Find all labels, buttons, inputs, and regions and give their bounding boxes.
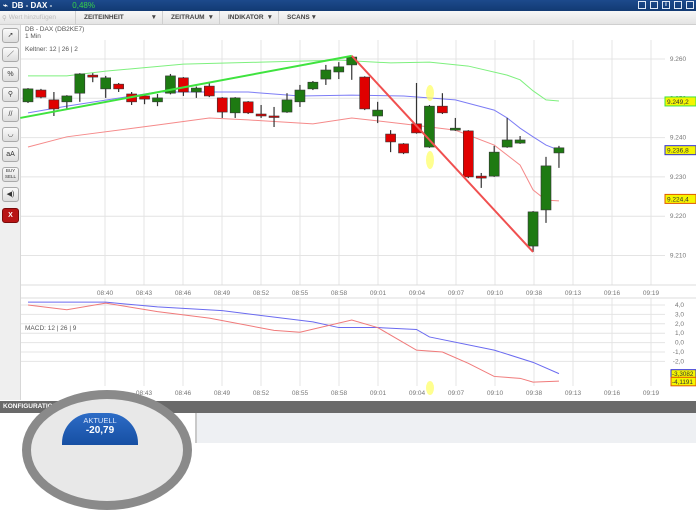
time-tick-label: 08:55	[292, 290, 309, 297]
time-tick-label: 08:52	[253, 390, 270, 397]
instrument-label: DB - DAX (DB2KE7)	[25, 26, 85, 33]
price-tag-label: 9.224,4	[667, 196, 689, 203]
bottom-right-panel	[195, 413, 696, 443]
candle-down	[385, 133, 396, 143]
candle-up	[501, 139, 513, 148]
time-tick-label: 09:16	[604, 290, 621, 297]
candle-up	[191, 87, 202, 93]
gauge-ring	[22, 390, 192, 510]
macd-value-label: -4,1191	[672, 379, 693, 386]
candle-up	[61, 95, 73, 103]
highlight-marker	[426, 85, 434, 101]
macd-tick-label: 2,0	[675, 321, 684, 328]
candle-up	[100, 77, 111, 90]
price-chart[interactable]: 08:4008:4008:4308:4308:4608:4608:4908:49…	[0, 0, 696, 400]
candle-up	[553, 147, 565, 154]
candle-up	[450, 127, 461, 131]
candle-down	[48, 99, 60, 110]
keltner-label: Keltner: 12 | 26 | 2	[25, 46, 78, 53]
price-tick-label: 9.220	[670, 213, 687, 220]
macd-tick-label: 1,0	[675, 330, 684, 337]
time-tick-label: 09:04	[409, 390, 426, 397]
candle-down	[139, 95, 150, 100]
price-tag-label: 9.236,8	[667, 148, 689, 155]
candle-up	[540, 165, 552, 211]
chart-info: DB - DAX (DB2KE7) 1 Min Keltner: 12 | 26…	[25, 26, 84, 53]
price-tag-label: 9.249,2	[667, 99, 689, 106]
gauge-value: -20,79	[85, 425, 115, 436]
time-tick-label: 08:55	[292, 390, 309, 397]
time-tick-label: 08:46	[175, 390, 192, 397]
candle-up	[320, 69, 332, 80]
time-tick-label: 09:07	[448, 290, 465, 297]
macd-label: MACD: 12 | 26 | 9	[25, 325, 77, 332]
interval-label: 1 Min	[25, 33, 41, 40]
candle-up	[488, 151, 500, 177]
time-tick-label: 09:38	[526, 290, 543, 297]
time-tick-label: 08:49	[214, 390, 231, 397]
candle-up	[152, 97, 163, 103]
time-tick-label: 08:43	[136, 290, 153, 297]
candle-down	[35, 89, 47, 98]
time-tick-label: 09:13	[565, 290, 582, 297]
time-tick-label: 09:01	[370, 390, 387, 397]
candle-down	[255, 113, 267, 117]
candle-down	[268, 115, 280, 118]
candle-down	[178, 77, 189, 93]
candle-down	[475, 175, 487, 179]
highlight-marker	[426, 381, 434, 395]
macd-tick-label: 0,0	[675, 340, 684, 347]
time-tick-label: 09:10	[487, 290, 504, 297]
candle-up	[333, 66, 345, 73]
candle-down	[359, 76, 371, 110]
time-tick-label: 09:07	[448, 390, 465, 397]
time-tick-label: 08:58	[331, 390, 348, 397]
time-tick-label: 09:13	[565, 390, 582, 397]
candle-down	[204, 85, 215, 97]
candle-up	[281, 99, 293, 113]
price-tick-label: 9.210	[670, 253, 687, 260]
gauge-value-badge: AKTUELL -20,79	[62, 413, 138, 445]
macd-tick-label: 3,0	[675, 311, 684, 318]
macd-tick-label: 4,0	[675, 302, 684, 309]
macd-tick-label: -1,0	[673, 349, 685, 356]
plot-background	[21, 40, 696, 400]
time-tick-label: 09:19	[643, 390, 660, 397]
macd-tick-label: -2,0	[673, 358, 685, 365]
gauge-label: AKTUELL	[83, 416, 117, 425]
candle-down	[87, 74, 99, 78]
candle-down	[216, 97, 228, 113]
candle-up	[294, 89, 306, 103]
candle-up	[514, 139, 526, 144]
time-tick-label: 09:04	[409, 290, 426, 297]
candle-up	[527, 211, 539, 247]
candle-down	[242, 101, 254, 114]
time-tick-label: 08:40	[97, 290, 114, 297]
candle-up	[372, 109, 383, 117]
time-tick-label: 09:01	[370, 290, 387, 297]
time-tick-label: 09:19	[643, 290, 660, 297]
price-tick-label: 9.230	[670, 174, 687, 181]
highlight-marker	[426, 151, 434, 169]
candle-up	[74, 73, 86, 94]
candle-down	[398, 143, 409, 154]
time-tick-label: 09:16	[604, 390, 621, 397]
time-tick-label: 08:49	[214, 290, 231, 297]
candle-down	[113, 83, 124, 90]
time-tick-label: 08:46	[175, 290, 192, 297]
price-tick-label: 9.240	[670, 135, 687, 142]
time-tick-label: 09:10	[487, 390, 504, 397]
candle-up	[307, 81, 319, 90]
price-tick-label: 9.260	[670, 56, 687, 63]
candle-up	[229, 97, 241, 114]
time-tick-label: 09:38	[526, 390, 543, 397]
time-tick-label: 08:52	[253, 290, 270, 297]
candle-down	[437, 105, 448, 114]
candle-down	[462, 130, 474, 178]
candle-up	[22, 88, 34, 103]
time-tick-label: 08:58	[331, 290, 348, 297]
